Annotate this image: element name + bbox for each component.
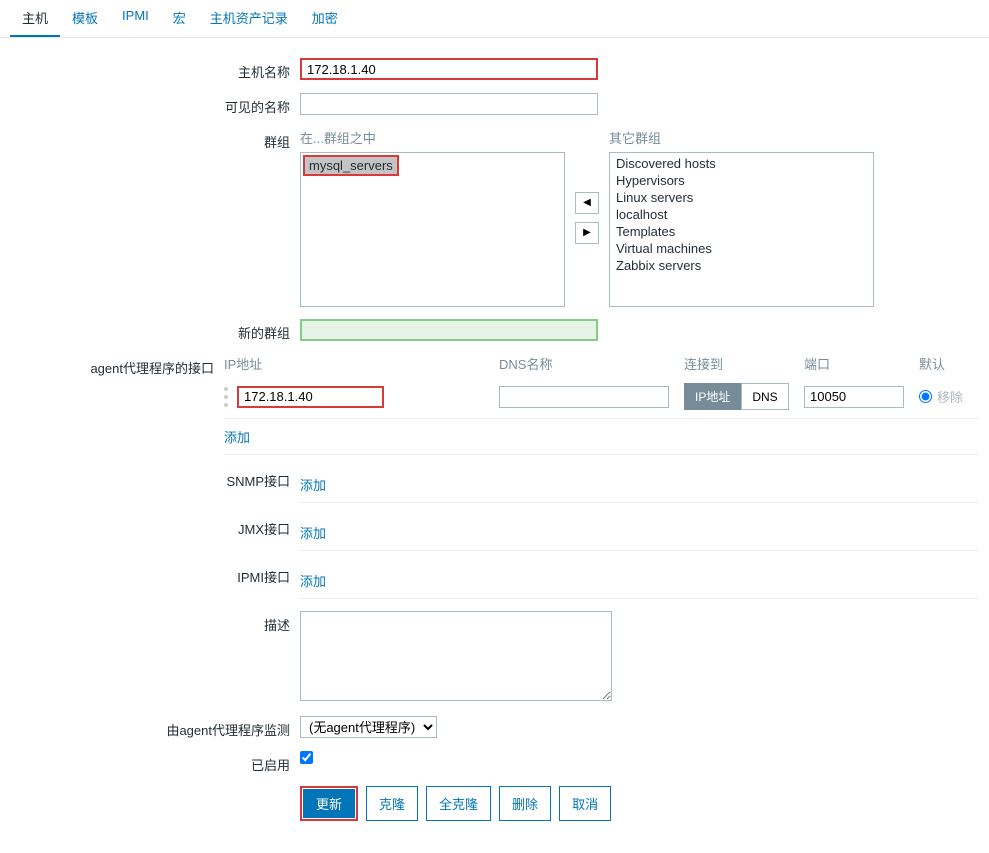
- label-visible-name: 可见的名称: [10, 93, 300, 116]
- clone-button[interactable]: 克隆: [366, 786, 418, 821]
- description-textarea[interactable]: [300, 611, 612, 701]
- list-item[interactable]: Zabbix servers: [612, 257, 871, 274]
- list-item[interactable]: localhost: [612, 206, 871, 223]
- agent-dns-input[interactable]: [499, 386, 669, 408]
- hostname-input[interactable]: [300, 58, 598, 80]
- label-description: 描述: [10, 611, 300, 634]
- add-snmp-link[interactable]: 添加: [300, 467, 326, 502]
- list-item[interactable]: Hypervisors: [612, 172, 871, 189]
- label-in-groups: 在...群组之中: [300, 128, 565, 147]
- list-item[interactable]: Discovered hosts: [612, 155, 871, 172]
- label-agent-interface: agent代理程序的接口: [10, 354, 224, 377]
- add-agent-link[interactable]: 添加: [224, 419, 250, 454]
- label-monitored-by: 由agent代理程序监测: [10, 716, 300, 739]
- cancel-button[interactable]: 取消: [559, 786, 611, 821]
- tab-macro[interactable]: 宏: [161, 0, 198, 37]
- label-enabled: 已启用: [10, 751, 300, 774]
- new-group-input[interactable]: [300, 319, 598, 341]
- label-groups: 群组: [10, 128, 300, 151]
- label-other-groups: 其它群组: [609, 128, 874, 147]
- toggle-ip-button[interactable]: IP地址: [684, 383, 741, 410]
- label-jmx-interface: JMX接口: [10, 515, 300, 538]
- label-ipmi-interface: IPMI接口: [10, 563, 300, 586]
- enabled-checkbox[interactable]: [300, 751, 313, 764]
- update-button[interactable]: 更新: [303, 789, 355, 818]
- default-radio[interactable]: [919, 390, 932, 403]
- tab-ipmi[interactable]: IPMI: [110, 0, 161, 37]
- proxy-select[interactable]: (无agent代理程序): [300, 716, 437, 738]
- list-item[interactable]: Templates: [612, 223, 871, 240]
- tab-inventory[interactable]: 主机资产记录: [198, 0, 300, 37]
- list-item[interactable]: mysql_servers: [303, 155, 399, 176]
- label-hostname: 主机名称: [10, 58, 300, 81]
- delete-button[interactable]: 删除: [499, 786, 551, 821]
- add-jmx-link[interactable]: 添加: [300, 515, 326, 550]
- agent-ip-input[interactable]: [237, 386, 384, 408]
- remove-link: 移除: [937, 387, 963, 406]
- tab-encryption[interactable]: 加密: [300, 0, 350, 37]
- list-item[interactable]: Virtual machines: [612, 240, 871, 257]
- agent-port-input[interactable]: [804, 386, 904, 408]
- drag-handle-icon[interactable]: [224, 387, 232, 407]
- tab-bar: 主机 模板 IPMI 宏 主机资产记录 加密: [0, 0, 989, 38]
- tab-host[interactable]: 主机: [10, 0, 60, 37]
- visible-name-input[interactable]: [300, 93, 598, 115]
- col-ip: IP地址: [224, 354, 484, 373]
- col-connect: 连接到: [684, 354, 789, 373]
- list-item[interactable]: Linux servers: [612, 189, 871, 206]
- col-default: 默认: [919, 354, 979, 373]
- move-right-button[interactable]: ▶: [575, 222, 599, 244]
- col-port: 端口: [804, 354, 904, 373]
- other-groups-listbox[interactable]: Discovered hosts Hypervisors Linux serve…: [609, 152, 874, 307]
- arrow-right-icon: ▶: [583, 227, 591, 238]
- tab-template[interactable]: 模板: [60, 0, 110, 37]
- full-clone-button[interactable]: 全克隆: [426, 786, 491, 821]
- toggle-dns-button[interactable]: DNS: [741, 383, 788, 410]
- add-ipmi-link[interactable]: 添加: [300, 563, 326, 598]
- label-snmp-interface: SNMP接口: [10, 467, 300, 490]
- in-groups-listbox[interactable]: mysql_servers: [300, 152, 565, 307]
- col-dns: DNS名称: [499, 354, 669, 373]
- arrow-left-icon: ◀: [583, 197, 591, 208]
- move-left-button[interactable]: ◀: [575, 192, 599, 214]
- label-new-group: 新的群组: [10, 319, 300, 342]
